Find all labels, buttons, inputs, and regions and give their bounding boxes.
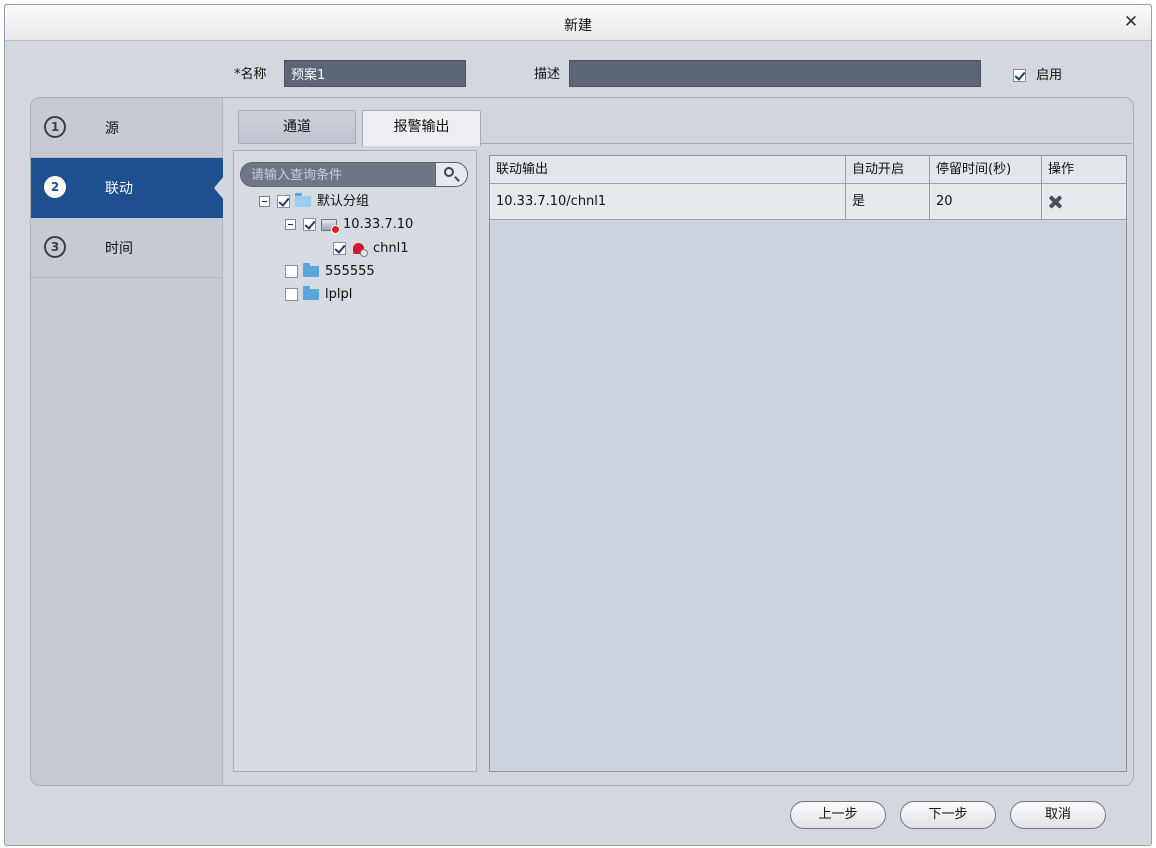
column-header[interactable]: 停留时间(秒) <box>930 156 1042 184</box>
tree-checkbox[interactable] <box>277 195 290 208</box>
tab-channel[interactable]: 通道 <box>238 110 356 144</box>
cancel-button[interactable]: 取消 <box>1010 801 1106 829</box>
tab-alarm-output[interactable]: 报警输出 <box>362 110 481 146</box>
table-row[interactable]: 10.33.7.10/chnl1 是 20 <box>490 184 1126 220</box>
step-label: 时间 <box>105 241 133 257</box>
tab-divider <box>480 143 1132 144</box>
name-input[interactable] <box>284 60 466 87</box>
duration-cell: 20 <box>930 184 1042 220</box>
column-header[interactable]: 操作 <box>1042 156 1128 184</box>
step-label: 源 <box>105 121 119 137</box>
folder-open-icon <box>295 193 311 207</box>
tree-checkbox[interactable] <box>303 218 316 231</box>
step-source[interactable]: 1 源 <box>31 98 223 158</box>
step-number: 3 <box>44 236 66 258</box>
tree-label: 555555 <box>325 264 375 279</box>
output-cell: 10.33.7.10/chnl1 <box>490 184 846 220</box>
tree-label: 10.33.7.10 <box>343 217 414 232</box>
tree-checkbox[interactable] <box>285 265 298 278</box>
prev-button[interactable]: 上一步 <box>790 801 886 829</box>
linkage-output-table: 联动输出 自动开启 停留时间(秒) 操作 10.33.7.10/chnl1 是 … <box>489 155 1127 772</box>
tree-checkbox[interactable] <box>333 242 346 255</box>
collapse-icon[interactable] <box>259 196 270 207</box>
tree-label: chnl1 <box>373 241 409 256</box>
tree-node-device[interactable]: 10.33.7.10 <box>285 216 413 234</box>
tree-node-folder[interactable]: lplpl <box>285 286 352 304</box>
tree-label: lplpl <box>325 287 353 302</box>
folder-icon <box>303 263 319 277</box>
delete-icon[interactable] <box>1048 195 1062 209</box>
collapse-icon[interactable] <box>285 219 296 230</box>
step-sidebar: 1 源 2 联动 3 时间 <box>31 98 224 785</box>
title-bar: 新建 ✕ <box>5 5 1151 41</box>
alarm-output-icon <box>351 242 368 257</box>
enable-label: 启用 <box>1036 68 1063 83</box>
step-label: 联动 <box>105 181 133 197</box>
device-offline-icon <box>321 218 340 234</box>
folder-icon <box>303 286 319 300</box>
close-icon[interactable]: ✕ <box>1121 12 1141 32</box>
tree-node-group[interactable]: 默认分组 <box>259 193 369 211</box>
next-button[interactable]: 下一步 <box>900 801 996 829</box>
name-label: *名称 <box>234 67 267 82</box>
description-label: 描述 <box>534 67 561 82</box>
enable-checkbox[interactable] <box>1013 69 1026 82</box>
step-time[interactable]: 3 时间 <box>31 218 223 278</box>
tree-node-channel[interactable]: chnl1 <box>333 240 409 258</box>
search-icon <box>444 167 454 177</box>
description-input[interactable] <box>569 60 981 87</box>
table-header: 联动输出 自动开启 停留时间(秒) 操作 <box>490 156 1126 184</box>
enable-toggle[interactable]: 启用 <box>1013 64 1062 83</box>
auto-start-cell: 是 <box>846 184 930 220</box>
tree-node-folder[interactable]: 555555 <box>285 263 375 281</box>
search-box <box>240 162 468 187</box>
column-header[interactable]: 自动开启 <box>846 156 930 184</box>
tree-checkbox[interactable] <box>285 288 298 301</box>
column-header[interactable]: 联动输出 <box>490 156 846 184</box>
step-number: 1 <box>44 116 66 138</box>
search-input[interactable] <box>251 166 426 184</box>
step-linkage[interactable]: 2 联动 <box>31 158 224 218</box>
search-button[interactable] <box>435 163 467 186</box>
tree-label: 默认分组 <box>317 194 370 209</box>
dialog-title: 新建 <box>564 18 592 34</box>
step-number: 2 <box>44 176 66 198</box>
